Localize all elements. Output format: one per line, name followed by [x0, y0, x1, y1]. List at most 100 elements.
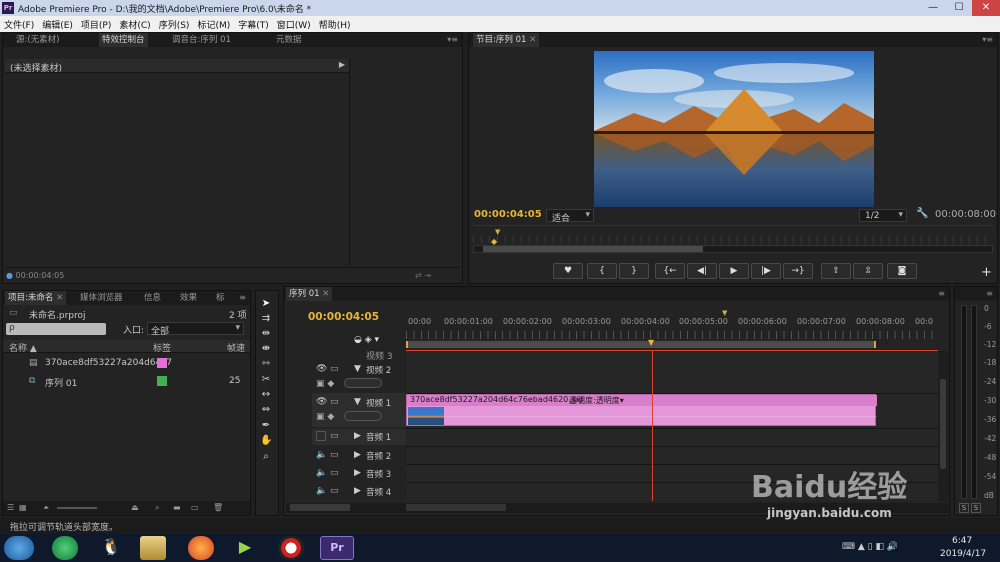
speaker-icon[interactable]: 🔈 [316, 468, 327, 478]
solo-left-button[interactable]: S [959, 503, 969, 513]
export-frame-button[interactable]: ◙ [887, 263, 917, 279]
expand-track-icon[interactable]: ▼ [354, 364, 361, 374]
expand-track-icon[interactable]: ▶ [354, 431, 361, 441]
display-style-icon[interactable]: ▣ ◆ [316, 412, 334, 422]
menu-file[interactable]: 文件(F) [0, 16, 38, 33]
column-label[interactable]: 标签 [153, 341, 171, 354]
recorder-icon[interactable] [278, 536, 304, 560]
menu-clip[interactable]: 素材(C) [115, 16, 154, 33]
project-item-row[interactable]: ⧉ 序列 01 25 [3, 373, 250, 391]
program-timecode[interactable]: 00:00:04:05 [474, 209, 542, 220]
tab-info[interactable]: 信息 [141, 291, 164, 305]
track-header-a1[interactable]: ▭ ▶ 音频 1 [312, 429, 406, 445]
minimize-button[interactable]: — [920, 0, 946, 16]
zoom-slider[interactable] [57, 507, 97, 509]
solo-right-button[interactable]: S [971, 503, 981, 513]
entry-select[interactable]: 全部 ▾ [147, 322, 244, 337]
tab-effect-controls[interactable]: 特效控制台 [99, 33, 148, 47]
speaker-icon[interactable]: 🔈 [316, 450, 327, 460]
menu-sequence[interactable]: 序列(S) [155, 16, 194, 33]
lock-icon[interactable]: ▭ [330, 397, 339, 407]
expand-track-icon[interactable]: ▶ [354, 450, 361, 460]
lock-icon[interactable]: ▭ [330, 486, 339, 496]
automate-sequence-icon[interactable]: ⏏ [131, 503, 139, 512]
ripple-edit-tool-icon[interactable]: ⇹ [260, 328, 272, 340]
panel-menu-icon[interactable]: ≡ [986, 289, 993, 298]
lock-icon[interactable]: ▭ [330, 450, 339, 460]
tab-project[interactable]: 项目:未命名 ✕ [5, 291, 67, 305]
panel-menu-icon[interactable]: ≡ [938, 289, 945, 298]
firefox-icon[interactable] [188, 536, 214, 560]
hand-tool-icon[interactable]: ✋ [260, 435, 272, 447]
loop-icons[interactable]: ⇄ ⇥ [415, 271, 431, 280]
new-item-icon[interactable]: ▭ [191, 503, 199, 512]
qq-icon[interactable]: 🐧 [98, 536, 124, 560]
slide-tool-icon[interactable]: ⇔ [260, 404, 272, 416]
playhead-handle[interactable]: ▼ [648, 338, 654, 347]
expand-track-icon[interactable]: ▶ [354, 468, 361, 478]
time-ruler[interactable]: ▼ 00:00 00:00:01:00 00:00:02:00 00:00:03… [406, 309, 938, 353]
track-header-v1[interactable]: 👁 ▭ ▼ 视频 1 ▣ ◆ [312, 393, 406, 427]
clear-icon[interactable]: 🗑 [213, 503, 223, 512]
panel-menu-icon[interactable]: ▾≡ [447, 35, 458, 44]
tab-source[interactable]: 源:(无素材) [13, 33, 63, 47]
tab-program[interactable]: 节目:序列 01 ✕ [473, 33, 540, 47]
go-to-in-button[interactable]: {← [655, 263, 685, 279]
speaker-icon[interactable]: 🔈 [316, 486, 327, 496]
expand-track-icon[interactable]: ▶ [354, 486, 361, 496]
lift-button[interactable]: ⇪ [821, 263, 851, 279]
eye-icon[interactable]: 👁 [316, 364, 327, 374]
clip-fx-menu[interactable]: 透明度:透明度▾ [569, 395, 624, 406]
tab-media-browser[interactable]: 媒体浏览器 [77, 291, 126, 305]
premiere-taskbar-icon[interactable]: Pr [320, 536, 354, 560]
work-area-bar[interactable] [406, 341, 876, 348]
tab-effects[interactable]: 效果 [177, 291, 200, 305]
go-to-out-button[interactable]: →} [783, 263, 813, 279]
extract-button[interactable]: ⇫ [853, 263, 883, 279]
mark-in-button[interactable]: { [587, 263, 617, 279]
automate-icon[interactable]: ⏶ [43, 503, 49, 513]
mark-out-button[interactable]: } [619, 263, 649, 279]
keyframe-nav[interactable] [344, 411, 382, 421]
add-button-icon[interactable]: + [981, 265, 992, 280]
icon-view-icon[interactable]: ▦ [19, 503, 27, 512]
expand-arrow-icon[interactable]: ▶ [339, 60, 345, 69]
menu-marker[interactable]: 标记(M) [193, 16, 234, 33]
tab-metadata[interactable]: 元数据 [273, 33, 305, 47]
clock-date[interactable]: 2019/4/17 [940, 549, 986, 559]
tab-audio-mixer[interactable]: 调音台:序列 01 [169, 33, 234, 47]
find-icon[interactable]: ⌕ [155, 503, 159, 513]
lock-icon[interactable]: ▭ [330, 468, 339, 478]
media-player-icon[interactable]: ▶ [232, 536, 258, 560]
horizontal-scrollbar[interactable] [406, 504, 506, 511]
panel-menu-icon[interactable]: ≡ [239, 293, 246, 302]
display-style-icon[interactable]: ▣ ◆ [316, 379, 334, 389]
step-back-button[interactable]: ◀| [687, 263, 717, 279]
mute-toggle[interactable] [316, 431, 326, 441]
wrench-icon[interactable]: 🔧 [916, 208, 928, 219]
menu-edit[interactable]: 编辑(E) [38, 16, 77, 33]
razor-tool-icon[interactable]: ✂ [260, 374, 272, 386]
track-header-v2[interactable]: 👁 ▭ ▼ 视频 2 ▣ ◆ [312, 361, 406, 391]
zoom-slider[interactable] [290, 504, 350, 511]
lock-icon[interactable]: ▭ [330, 364, 339, 374]
360-browser-icon[interactable] [52, 536, 78, 560]
menu-help[interactable]: 帮助(H) [315, 16, 355, 33]
keyframe-nav[interactable] [344, 378, 382, 388]
play-button[interactable]: ▶ [719, 263, 749, 279]
add-marker-button[interactable]: ♥ [553, 263, 583, 279]
column-framerate[interactable]: 帧速 [227, 341, 245, 354]
track-select-tool-icon[interactable]: ⇉ [260, 313, 272, 325]
tab-sequence[interactable]: 序列 01 ✕ [286, 287, 333, 301]
track-header-a2[interactable]: 🔈 ▭ ▶ 音频 2 [312, 448, 406, 464]
clock-time[interactable]: 6:47 [952, 536, 972, 546]
maximize-button[interactable]: ☐ [946, 0, 972, 16]
slip-tool-icon[interactable]: ↔ [260, 389, 272, 401]
zoom-tool-icon[interactable]: ⌕ [260, 451, 272, 463]
resolution-select[interactable]: 1/2 ▾ [859, 209, 907, 222]
zoom-scroll-bar[interactable] [483, 246, 703, 252]
step-forward-button[interactable]: |▶ [751, 263, 781, 279]
rolling-edit-tool-icon[interactable]: ⇼ [260, 343, 272, 355]
menu-project[interactable]: 项目(P) [77, 16, 115, 33]
track-header-a3[interactable]: 🔈 ▭ ▶ 音频 3 [312, 466, 406, 482]
